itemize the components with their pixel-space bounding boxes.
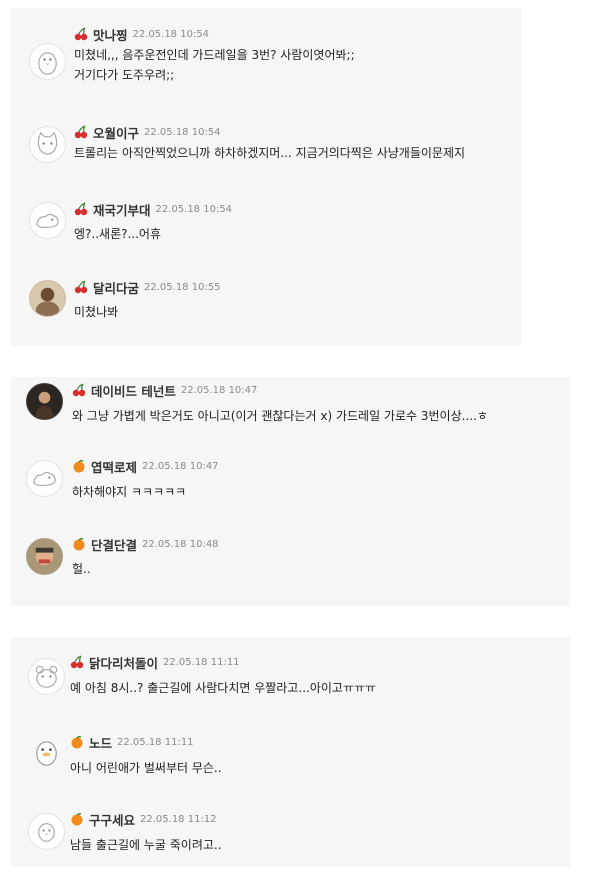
comment-nickname[interactable]: 구구세요 — [89, 810, 135, 829]
chick-icon[interactable] — [28, 813, 65, 850]
comment-group-2: 데이비드 테넌트 22.05.18 10:47 와 그냥 가볍게 박은거도 아니… — [11, 377, 570, 606]
comment-text: 엥?..새론?...어휴 — [74, 227, 162, 241]
comment-nickname[interactable]: 달리다굼 — [93, 278, 139, 297]
comment-group-3: 닭다리처돌이 22.05.18 11:11 예 아침 8시..? 출근길에 사람… — [11, 637, 570, 867]
cherry-icon — [70, 655, 84, 669]
comment-item: 달리다굼 22.05.18 10:55 미쳤나봐 — [11, 278, 521, 338]
comment-timestamp: 22.05.18 11:12 — [140, 813, 217, 825]
cherry-icon — [74, 280, 88, 294]
dinosaur-icon[interactable] — [29, 202, 66, 239]
tangerine-icon — [72, 537, 86, 551]
comment-text: 미쳤나봐 — [74, 305, 119, 319]
comment-timestamp: 22.05.18 10:55 — [144, 281, 221, 293]
comment-text: 남들 출근길에 누굴 죽이려고.. — [70, 838, 222, 852]
tangerine-icon — [70, 735, 84, 749]
comment-item: 노드 22.05.18 11:11 아니 어린애가 벌써부터 무슨.. — [11, 731, 570, 791]
comment-text: 예 아침 8시..? 출근길에 사람다치면 우짤라고...아이고ㅠㅠㅠ — [70, 681, 377, 695]
cherry-icon — [72, 383, 86, 397]
comment-nickname[interactable]: 데이비드 테넌트 — [91, 381, 176, 400]
comment-text: 아니 어린애가 벌써부터 무슨.. — [70, 761, 222, 775]
cherry-icon — [74, 202, 88, 216]
comment-item: 재국기부대 22.05.18 10:54 엥?..새론?...어휴 — [11, 200, 521, 260]
comment-nickname[interactable]: 엽떡로제 — [91, 457, 137, 476]
comment-text: 하차해야지 ㅋㅋㅋㅋㅋ — [72, 485, 187, 499]
bear-icon[interactable] — [28, 658, 65, 695]
comment-nickname[interactable]: 재국기부대 — [93, 200, 151, 219]
comment-group-1: 맛나찡 22.05.18 10:54 미쳤네,,, 음주운전인데 가드레일을 3… — [11, 8, 521, 346]
comment-timestamp: 22.05.18 10:54 — [155, 203, 233, 215]
photo-avatar-icon[interactable] — [29, 280, 66, 317]
comment-timestamp: 22.05.18 11:11 — [117, 736, 194, 748]
comment-item: 오월이구 22.05.18 10:54 트롤리는 아직안찍었으니까 하차하겠지머… — [11, 123, 521, 183]
photo-avatar-icon[interactable] — [26, 538, 63, 575]
comment-item: 맛나찡 22.05.18 10:54 미쳤네,,, 음주운전인데 가드레일을 3… — [11, 24, 521, 84]
comment-timestamp: 22.05.18 11:11 — [163, 656, 240, 668]
comment-timestamp: 22.05.18 10:54 — [132, 28, 210, 40]
comment-nickname[interactable]: 맛나찡 — [93, 25, 128, 44]
comment-item: 엽떡로제 22.05.18 10:47 하차해야지 ㅋㅋㅋㅋㅋ — [11, 456, 570, 516]
comment-text: 헐.. — [72, 562, 91, 576]
comment-timestamp: 22.05.18 10:54 — [144, 126, 221, 138]
comment-text: 트롤리는 아직안찍었으니까 하차하겠지머... 지금거의다찍은 사냥개들이문제지 — [74, 146, 466, 160]
cat-icon[interactable] — [29, 126, 66, 163]
comment-timestamp: 22.05.18 10:47 — [180, 384, 258, 396]
comment-nickname[interactable]: 오월이구 — [93, 123, 139, 142]
cherry-icon — [74, 125, 88, 139]
comment-timestamp: 22.05.18 10:48 — [142, 538, 219, 550]
tangerine-icon — [72, 459, 86, 473]
penguin-icon[interactable] — [29, 43, 66, 80]
comment-nickname[interactable]: 노드 — [89, 733, 112, 752]
comment-item: 데이비드 테넌트 22.05.18 10:47 와 그냥 가볍게 박은거도 아니… — [11, 379, 570, 439]
comment-text: 와 그냥 가볍게 박은거도 아니고(이거 괜찮다는거 x) 가드레일 가로수 3… — [72, 409, 488, 423]
cherry-icon — [74, 27, 88, 41]
tangerine-icon — [70, 812, 84, 826]
comment-text: 미쳤네,,, 음주운전인데 가드레일을 3번? 사람이엿어봐;; 거기다가 도주… — [74, 48, 355, 82]
duck-icon[interactable] — [28, 735, 65, 772]
comment-nickname[interactable]: 단결단결 — [91, 535, 137, 554]
comment-nickname[interactable]: 닭다리처돌이 — [89, 653, 158, 672]
dinosaur-icon[interactable] — [26, 460, 63, 497]
comment-timestamp: 22.05.18 10:47 — [142, 460, 219, 472]
photo-avatar-icon[interactable] — [26, 383, 63, 420]
comment-item: 닭다리처돌이 22.05.18 11:11 예 아침 8시..? 출근길에 사람… — [11, 653, 570, 713]
comment-item: 단결단결 22.05.18 10:48 헐.. — [11, 534, 570, 594]
comment-item: 구구세요 22.05.18 11:12 남들 출근길에 누굴 죽이려고.. — [11, 809, 570, 869]
